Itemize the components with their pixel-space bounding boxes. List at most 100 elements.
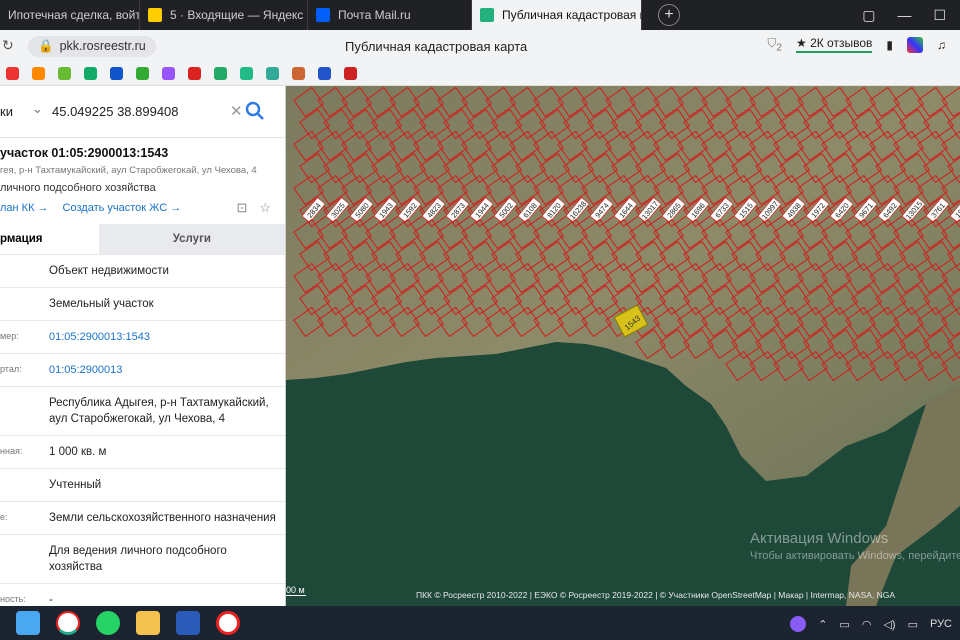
- attribute-value: Для ведения личного подсобного хозяйства: [49, 545, 227, 573]
- bookmark-icon[interactable]: [136, 67, 149, 80]
- maximize-icon[interactable]: ☐: [933, 7, 946, 24]
- activation-watermark: Активация Windows: [750, 530, 889, 547]
- battery-icon[interactable]: ▭: [908, 618, 918, 631]
- alice-icon[interactable]: [790, 616, 807, 632]
- map-canvas[interactable]: 2834 3025 5080 1943 1592 4823 2873 1944 5002 6108…: [286, 86, 960, 606]
- attribute-row: Объект недвижимости: [0, 254, 285, 287]
- attribute-value: Объект недвижимости: [49, 265, 169, 277]
- bookmark-icon[interactable]: [240, 67, 253, 80]
- attribute-value: Учтенный: [49, 479, 102, 491]
- create-zhs-link[interactable]: Создать участок ЖС →: [63, 202, 182, 214]
- collections-icon[interactable]: [907, 36, 923, 53]
- tab-mailru[interactable]: Почта Mail.ru: [308, 0, 472, 30]
- url-text: pkk.rosreestr.ru: [59, 39, 146, 53]
- map-copyright: ПКК © Росреестр 2010-2022 | ЕЭКО © Росре…: [416, 590, 896, 600]
- bookmark-icon[interactable]: [32, 67, 45, 80]
- zoom-to-icon[interactable]: ⊡: [236, 200, 247, 216]
- plan-kk-link[interactable]: лан КК →: [0, 202, 49, 214]
- search-icon[interactable]: [244, 100, 266, 122]
- reviews-label: 2К отзывов: [810, 36, 873, 51]
- protect-badge: 2: [776, 42, 782, 54]
- printer-icon[interactable]: ▭: [839, 618, 849, 631]
- music-icon[interactable]: ♫: [937, 38, 946, 52]
- attribute-link[interactable]: 01:05:2900013:1543: [49, 329, 277, 345]
- cadastral-map[interactable]: 2834 3025 5080 1943 1592 4823 2873 1944 5002 6108…: [286, 86, 960, 606]
- tab-ipoteka[interactable]: Ипотечная сделка, войти: [0, 0, 140, 30]
- search-type[interactable]: ки: [0, 104, 13, 119]
- explorer-icon[interactable]: [136, 611, 160, 635]
- mailru-icon: [316, 8, 330, 22]
- bookmark-icon[interactable]: [266, 67, 279, 80]
- attribute-key: нная:: [0, 446, 23, 456]
- search-bar: ки ⌄ 45.049225 38.899408 ✕: [0, 86, 285, 138]
- bookmark-icon[interactable]: [292, 67, 305, 80]
- object-use: личного подсобного хозяйства: [0, 182, 156, 194]
- windows-icon[interactable]: [16, 611, 40, 635]
- attribute-value: -: [49, 594, 53, 606]
- browser-tabbar: Ипотечная сделка, войти 5 · Входящие — Я…: [0, 0, 960, 30]
- chevron-up-icon[interactable]: ⌃: [818, 618, 827, 631]
- bookmark-icon[interactable]: [110, 67, 123, 80]
- protect-icon[interactable]: ⛉2: [767, 36, 782, 53]
- chevron-down-icon[interactable]: ⌄: [32, 101, 43, 117]
- info-panel: ки ⌄ 45.049225 38.899408 ✕ участок 01:05…: [0, 86, 286, 606]
- volume-icon[interactable]: ◁): [883, 618, 895, 631]
- whatsapp-icon[interactable]: [96, 611, 120, 635]
- attribute-value: 1 000 кв. м: [49, 446, 107, 458]
- attribute-value: Республика Адыгея, р-н Тахтамукайский, а…: [49, 397, 269, 425]
- bookmark-icon[interactable]: ▮: [886, 38, 893, 52]
- attribute-key: [0, 263, 49, 279]
- search-input[interactable]: 45.049225 38.899408: [52, 104, 179, 119]
- yandex-browser-icon[interactable]: [56, 611, 80, 635]
- page-title: Публичная кадастровая карта: [345, 39, 528, 54]
- wifi-icon[interactable]: ◠: [862, 618, 872, 631]
- attribute-value: Земли сельскохозяйственного назначения: [49, 512, 276, 524]
- tab-label: Ипотечная сделка, войти: [8, 8, 140, 22]
- mail-icon: [148, 8, 162, 22]
- reviews-link[interactable]: ★ 2К отзывов: [795, 36, 873, 54]
- attribute-value: Земельный участок: [49, 298, 154, 310]
- attribute-row: Республика Адыгея, р-н Тахтамукайский, а…: [0, 386, 285, 435]
- bookmark-icon[interactable]: [162, 67, 175, 80]
- attribute-row: ртал: 01:05:2900013: [0, 353, 285, 386]
- bookmark-icon[interactable]: [84, 67, 97, 80]
- attribute-row: ность: -: [0, 583, 285, 606]
- attribute-link[interactable]: 01:05:2900013: [49, 362, 277, 378]
- yandex-icon[interactable]: [216, 611, 240, 635]
- tab-pkk[interactable]: Публичная кадастровая карта✕: [472, 0, 642, 30]
- attribute-row: Для ведения личного подсобного хозяйства: [0, 534, 285, 583]
- tab-information[interactable]: рмация: [0, 224, 99, 254]
- tab-yandex-mail[interactable]: 5 · Входящие — Яндекс Почта: [140, 0, 308, 30]
- bookmark-icon[interactable]: [58, 67, 71, 80]
- bookmark-icon[interactable]: [318, 67, 331, 80]
- new-tab-button[interactable]: +: [658, 4, 680, 26]
- bookmark-icon[interactable]: [344, 67, 357, 80]
- minimize-icon[interactable]: —: [897, 7, 911, 24]
- url-field[interactable]: 🔒 pkk.rosreestr.ru: [28, 35, 156, 57]
- star-icon[interactable]: ☆: [259, 200, 271, 216]
- attribute-key: [0, 395, 49, 427]
- word-icon[interactable]: [176, 611, 200, 635]
- attribute-row: Земельный участок: [0, 287, 285, 320]
- object-title: участок 01:05:2900013:1543: [0, 146, 169, 160]
- clear-icon[interactable]: ✕: [230, 102, 243, 120]
- tab-label: Почта Mail.ru: [338, 8, 411, 22]
- bookmarks-icon[interactable]: ▢: [862, 7, 875, 24]
- attribute-row: нная: 1 000 кв. м: [0, 435, 285, 468]
- attribute-key: [0, 296, 49, 312]
- attribute-row: мер: 01:05:2900013:1543: [0, 320, 285, 353]
- attribute-key: ность:: [0, 594, 26, 604]
- bookmark-icon[interactable]: [188, 67, 201, 80]
- bookmark-icon[interactable]: [6, 67, 19, 80]
- attribute-key: мер:: [0, 331, 19, 341]
- language-indicator[interactable]: РУС: [930, 618, 952, 630]
- window-controls: ▢ — ☐: [862, 7, 960, 24]
- activation-watermark-detail: Чтобы активировать Windows, перейдите в …: [750, 550, 960, 562]
- bookmark-icon[interactable]: [214, 67, 227, 80]
- tab-services[interactable]: Услуги: [98, 224, 285, 254]
- address-bar: ↻ 🔒 pkk.rosreestr.ru Публичная кадастрова…: [0, 30, 960, 62]
- reload-icon[interactable]: ↻: [2, 37, 14, 54]
- attribute-row: е: Земли сельскохозяйственного назначения: [0, 501, 285, 534]
- taskbar: ⌃ ▭ ◠ ◁) ▭ РУС: [0, 606, 960, 640]
- tab-label: 5 · Входящие — Яндекс Почта: [170, 8, 307, 22]
